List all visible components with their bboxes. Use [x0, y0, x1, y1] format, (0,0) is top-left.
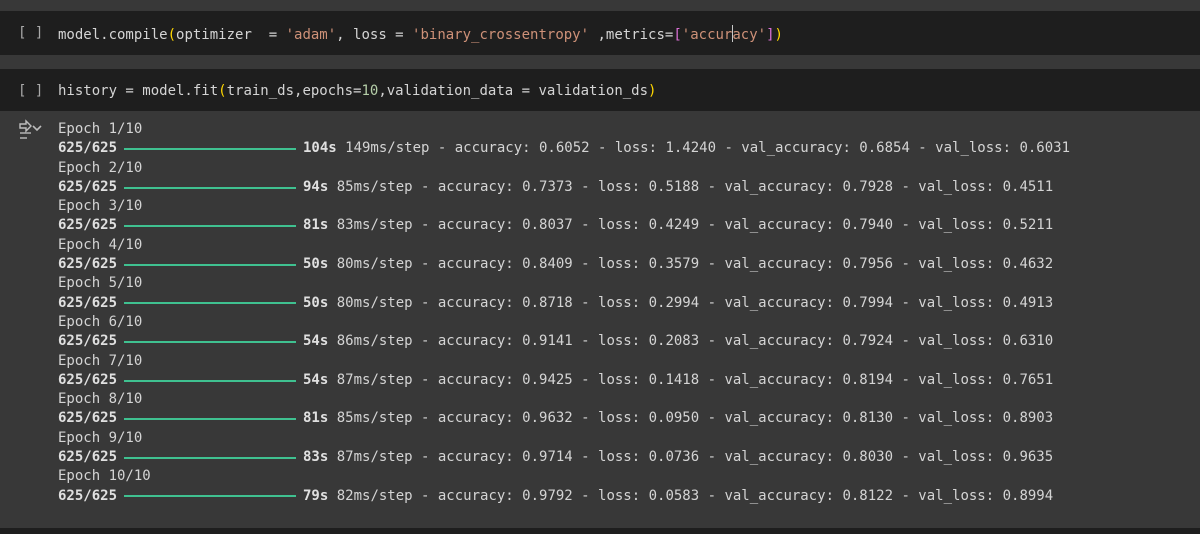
code-token: train_ds,epochs=	[226, 83, 362, 99]
text-cursor	[732, 25, 734, 42]
code-editor[interactable]: model.compile(optimizer = 'adam', loss =…	[58, 25, 783, 43]
epoch-time: 54s	[303, 333, 329, 350]
code-token: , loss =	[336, 27, 413, 43]
epoch-label: Epoch 5/10	[58, 275, 143, 292]
progress-bar	[124, 186, 296, 189]
epoch-label: Epoch 10/10	[58, 468, 151, 485]
epoch-metrics: 80ms/step - accuracy: 0.8409 - loss: 0.3…	[328, 256, 1054, 273]
epoch-metrics: 85ms/step - accuracy: 0.7373 - loss: 0.5…	[328, 178, 1054, 195]
progress-bar	[124, 302, 296, 305]
step-count: 625/625	[58, 294, 118, 311]
progress-bar	[124, 456, 296, 459]
progress-bar	[124, 495, 296, 498]
code-cell-fit[interactable]: [ ] history = model.fit(train_ds,epochs=…	[0, 69, 1200, 111]
step-count: 625/625	[58, 333, 118, 350]
epoch-time: 94s	[303, 178, 329, 195]
progress-bar	[124, 263, 296, 266]
epoch-time: 79s	[303, 487, 329, 504]
epoch-label: Epoch 3/10	[58, 198, 143, 215]
progress-bar	[124, 418, 296, 421]
progress-bar	[124, 379, 296, 382]
next-cell-edge	[0, 528, 1200, 534]
code-token: optimizer =	[176, 27, 286, 43]
code-editor[interactable]: history = model.fit(train_ds,epochs=10,v…	[58, 83, 656, 99]
output-collapse-icon[interactable]	[17, 119, 43, 143]
epoch-time: 50s	[303, 294, 329, 311]
cell-output: Epoch 1/10 625/625 104s 149ms/step - accur…	[58, 120, 1178, 506]
code-token: (	[218, 83, 227, 99]
progress-line: 625/625 54s 86ms/step - accuracy: 0.9141 …	[58, 332, 1178, 351]
step-count: 625/625	[58, 487, 118, 504]
progress-line: 625/625 83s 87ms/step - accuracy: 0.9714 …	[58, 448, 1178, 467]
epoch-label: Epoch 9/10	[58, 429, 143, 446]
epoch-label: Epoch 2/10	[58, 159, 143, 176]
epoch-metrics: 80ms/step - accuracy: 0.8718 - loss: 0.2…	[328, 294, 1054, 311]
code-token: [	[673, 27, 682, 43]
step-count: 625/625	[58, 410, 118, 427]
epoch-metrics: 87ms/step - accuracy: 0.9714 - loss: 0.0…	[328, 449, 1054, 466]
epoch-time: 81s	[303, 410, 329, 427]
progress-line: 625/625 81s 85ms/step - accuracy: 0.9632 …	[58, 409, 1178, 428]
progress-line: 625/625 79s 82ms/step - accuracy: 0.9792 …	[58, 487, 1178, 506]
code-cell-compile[interactable]: [ ] model.compile(optimizer = 'adam', lo…	[0, 11, 1200, 55]
progress-line: 625/625 104s 149ms/step - accuracy: 0.605…	[58, 139, 1178, 158]
code-token: )	[648, 83, 657, 99]
run-cell-button[interactable]: [ ]	[18, 83, 43, 99]
step-count: 625/625	[58, 140, 118, 157]
code-token: 10	[361, 83, 379, 99]
epoch-label: Epoch 4/10	[58, 236, 143, 253]
code-token: ]	[766, 27, 775, 43]
step-count: 625/625	[58, 217, 118, 234]
epoch-metrics: 87ms/step - accuracy: 0.9425 - loss: 0.1…	[328, 371, 1054, 388]
epoch-metrics: 83ms/step - accuracy: 0.8037 - loss: 0.4…	[328, 217, 1054, 234]
epoch-time: 50s	[303, 256, 329, 273]
epoch-label: Epoch 6/10	[58, 313, 143, 330]
step-count: 625/625	[58, 256, 118, 273]
code-token: history = model.fit	[58, 83, 219, 99]
epoch-time: 83s	[303, 449, 329, 466]
code-token: 'accuracy'	[681, 25, 767, 43]
epoch-metrics: 82ms/step - accuracy: 0.9792 - loss: 0.0…	[328, 487, 1054, 504]
progress-line: 625/625 54s 87ms/step - accuracy: 0.9425 …	[58, 371, 1178, 390]
progress-bar	[124, 225, 296, 228]
progress-line: 625/625 50s 80ms/step - accuracy: 0.8409 …	[58, 255, 1178, 274]
epoch-label: Epoch 7/10	[58, 352, 143, 369]
epoch-time: 81s	[303, 217, 329, 234]
code-token: 'binary_crossentropy'	[412, 27, 590, 43]
code-token: )	[774, 27, 783, 43]
progress-bar	[124, 340, 296, 343]
epoch-time: 104s	[303, 140, 337, 157]
code-token: (	[167, 27, 177, 43]
step-count: 625/625	[58, 449, 118, 466]
code-token: ,metrics=	[589, 27, 674, 43]
step-count: 625/625	[58, 178, 118, 195]
epoch-time: 54s	[303, 371, 329, 388]
code-token: 'adam'	[285, 27, 337, 43]
epoch-metrics: 86ms/step - accuracy: 0.9141 - loss: 0.2…	[328, 333, 1054, 350]
epoch-label: Epoch 1/10	[58, 121, 143, 137]
progress-line: 625/625 81s 83ms/step - accuracy: 0.8037 …	[58, 216, 1178, 235]
epoch-metrics: 149ms/step - accuracy: 0.6052 - loss: 1.…	[336, 140, 1071, 157]
progress-bar	[124, 147, 296, 150]
progress-line: 625/625 50s 80ms/step - accuracy: 0.8718 …	[58, 294, 1178, 313]
epoch-label: Epoch 8/10	[58, 391, 143, 408]
code-token: model.compile	[58, 27, 168, 43]
step-count: 625/625	[58, 371, 118, 388]
run-cell-button[interactable]: [ ]	[18, 25, 43, 41]
epoch-metrics: 85ms/step - accuracy: 0.9632 - loss: 0.0…	[328, 410, 1054, 427]
progress-line: 625/625 94s 85ms/step - accuracy: 0.7373 …	[58, 178, 1178, 197]
code-token: ,validation_data = validation_ds	[378, 83, 649, 99]
